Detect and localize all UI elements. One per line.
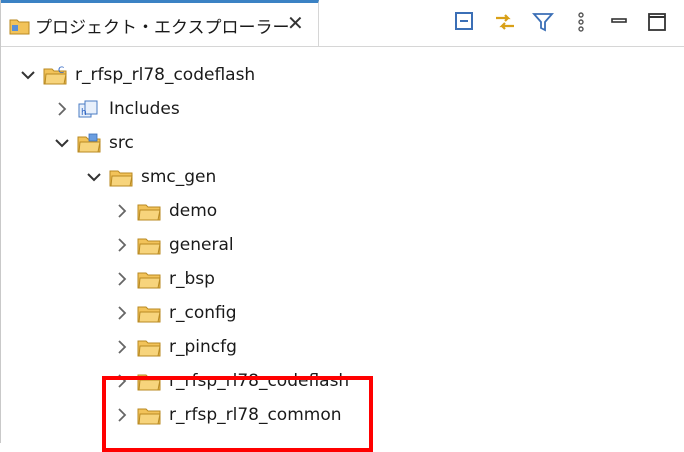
folder-icon xyxy=(137,340,161,357)
tab-project-explorer[interactable]: プロジェクト・エクスプローラー ✕ xyxy=(1,0,319,46)
tree-item-folder[interactable]: r_bsp xyxy=(113,262,215,296)
tree-item-label: r_config xyxy=(169,303,237,323)
folder-icon xyxy=(137,204,161,221)
tree-item-smc-gen[interactable]: smc_gen xyxy=(85,160,216,194)
view-menu-icon[interactable] xyxy=(569,10,593,34)
chevron-down-icon[interactable] xyxy=(53,134,71,152)
folder-icon xyxy=(137,238,161,255)
tree-item-label: r_pincfg xyxy=(169,337,237,357)
svg-text:C: C xyxy=(58,66,64,76)
link-with-editor-icon[interactable] xyxy=(493,10,517,34)
tree-item-label: r_bsp xyxy=(169,269,215,289)
tree-item-label: demo xyxy=(169,201,218,221)
project-explorer-icon xyxy=(9,19,30,35)
svg-text:h: h xyxy=(81,108,87,118)
close-icon[interactable]: ✕ xyxy=(287,11,304,35)
chevron-right-icon[interactable] xyxy=(113,270,131,288)
folder-icon xyxy=(137,272,161,289)
tree-item-project[interactable]: C r_rfsp_rl78_codeflash xyxy=(19,58,255,92)
maximize-icon[interactable] xyxy=(645,10,669,34)
tree-item-label: r_rfsp_rl78_codeflash xyxy=(75,65,256,85)
minimize-icon[interactable] xyxy=(607,10,631,34)
tree-item-folder[interactable]: demo xyxy=(113,194,217,228)
tree-item-label: smc_gen xyxy=(141,167,217,187)
tree-item-label: Includes xyxy=(109,99,180,119)
chevron-right-icon[interactable] xyxy=(113,236,131,254)
project-folder-icon: C xyxy=(43,66,67,85)
chevron-right-icon[interactable] xyxy=(113,202,131,220)
chevron-right-icon[interactable] xyxy=(113,304,131,322)
collapse-all-icon[interactable] xyxy=(453,10,477,34)
chevron-down-icon[interactable] xyxy=(19,66,37,84)
folder-icon xyxy=(137,306,161,323)
filter-icon[interactable] xyxy=(531,10,555,34)
chevron-down-icon[interactable] xyxy=(85,168,103,186)
tree-item-label: src xyxy=(109,133,134,153)
tab-title: プロジェクト・エクスプローラー xyxy=(35,18,290,38)
includes-icon: h xyxy=(78,100,98,118)
tree-item-includes[interactable]: h Includes xyxy=(53,92,180,126)
chevron-right-icon[interactable] xyxy=(113,338,131,356)
chevron-right-icon[interactable] xyxy=(53,100,71,118)
tree-item-src[interactable]: src xyxy=(53,126,134,160)
tree-item-folder[interactable]: general xyxy=(113,228,234,262)
panel-header: プロジェクト・エクスプローラー ✕ xyxy=(1,0,684,47)
tree-item-folder[interactable]: r_pincfg xyxy=(113,330,237,364)
source-folder-icon xyxy=(77,133,101,153)
tree-item-label: general xyxy=(169,235,234,255)
folder-open-icon xyxy=(109,170,133,187)
highlight-box xyxy=(102,376,373,452)
project-explorer-panel: プロジェクト・エクスプローラー ✕ C r_rfsp_rl78_codeflas… xyxy=(0,0,684,452)
tree-item-folder[interactable]: r_config xyxy=(113,296,237,330)
